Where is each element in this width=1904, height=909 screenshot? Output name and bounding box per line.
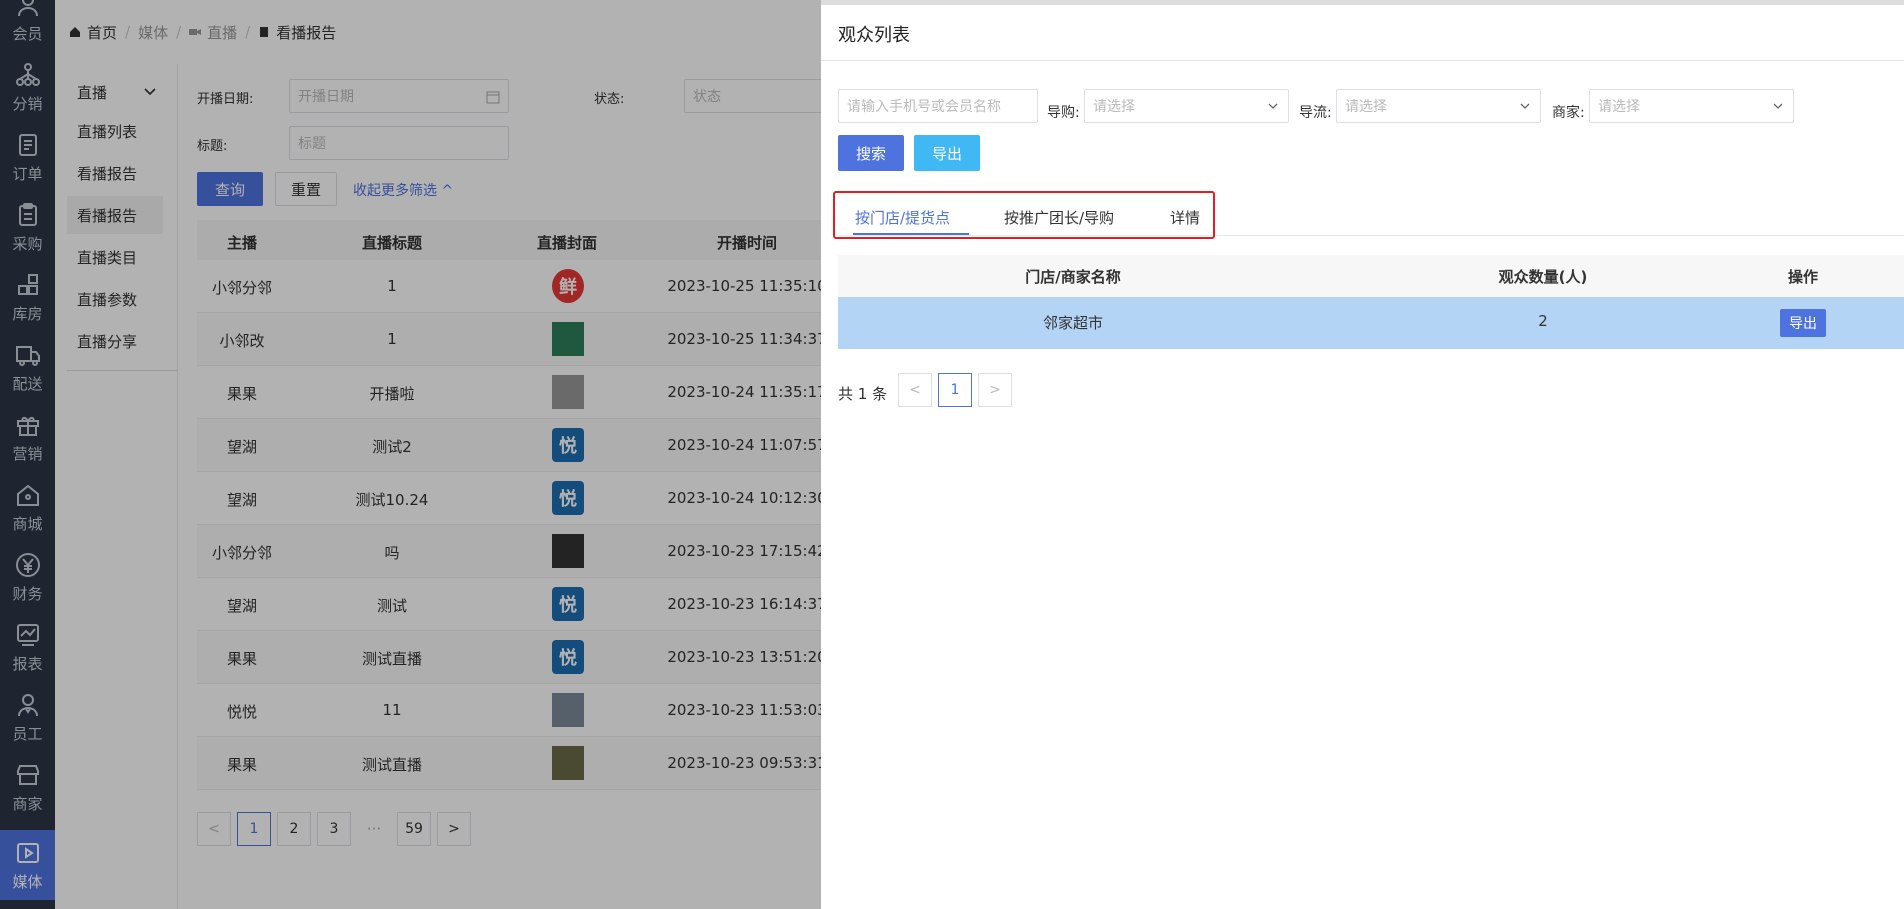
tab-by-store[interactable]: 按门店/提货点: [855, 207, 950, 228]
overlay-mask[interactable]: [0, 0, 821, 909]
store-name-cell: 邻家超市: [1042, 314, 1103, 332]
drawer-pager-prev[interactable]: <: [898, 373, 932, 407]
export-button[interactable]: 导出: [914, 135, 980, 171]
search-input[interactable]: 请输入手机号或会员名称: [838, 89, 1038, 123]
guide-placeholder: 请选择: [1093, 99, 1135, 115]
drawer-pager-page-1[interactable]: 1: [938, 373, 972, 407]
chevron-down-icon: [1520, 103, 1530, 109]
audience-table-header: 门店/商家名称 观众数量(人) 操作: [838, 255, 1904, 297]
drawer-pager-next[interactable]: >: [978, 373, 1012, 407]
merchant-select[interactable]: 请选择: [1589, 89, 1794, 123]
tab-details[interactable]: 详情: [1170, 207, 1200, 228]
chevron-down-icon: [1773, 103, 1783, 109]
active-tab-indicator: [853, 233, 969, 235]
flow-label: 导流:: [1299, 105, 1332, 121]
tab-by-promoter[interactable]: 按推广团长/导购: [1004, 207, 1114, 228]
guide-label: 导购:: [1047, 105, 1080, 121]
audience-count-cell: 2: [1538, 312, 1548, 330]
guide-select[interactable]: 请选择: [1084, 89, 1289, 123]
audience-list-drawer: 观众列表 请输入手机号或会员名称 导购: 请选择 导流: 请选择 商家: 请选择…: [821, 0, 1904, 909]
drawer-pagination: < 1 >: [898, 373, 1018, 407]
drawer-title: 观众列表: [838, 25, 910, 46]
tabs-highlight-box: 按门店/提货点 按推广团长/导购 详情: [833, 191, 1215, 239]
header-store-name: 门店/商家名称: [1025, 268, 1121, 286]
flow-select[interactable]: 请选择: [1336, 89, 1541, 123]
drawer-divider: [821, 60, 1904, 61]
search-placeholder: 请输入手机号或会员名称: [847, 99, 1001, 115]
chevron-down-icon: [1268, 103, 1278, 109]
table-row[interactable]: 邻家超市 2 导出: [838, 297, 1904, 349]
header-audience-count: 观众数量(人): [1498, 268, 1588, 286]
header-actions: 操作: [1787, 268, 1818, 286]
row-export-button[interactable]: 导出: [1780, 309, 1826, 337]
merchant-label: 商家:: [1552, 105, 1585, 121]
search-button[interactable]: 搜索: [838, 135, 904, 171]
merchant-placeholder: 请选择: [1598, 99, 1640, 115]
flow-placeholder: 请选择: [1345, 99, 1387, 115]
total-count: 共 1 条: [838, 385, 888, 403]
